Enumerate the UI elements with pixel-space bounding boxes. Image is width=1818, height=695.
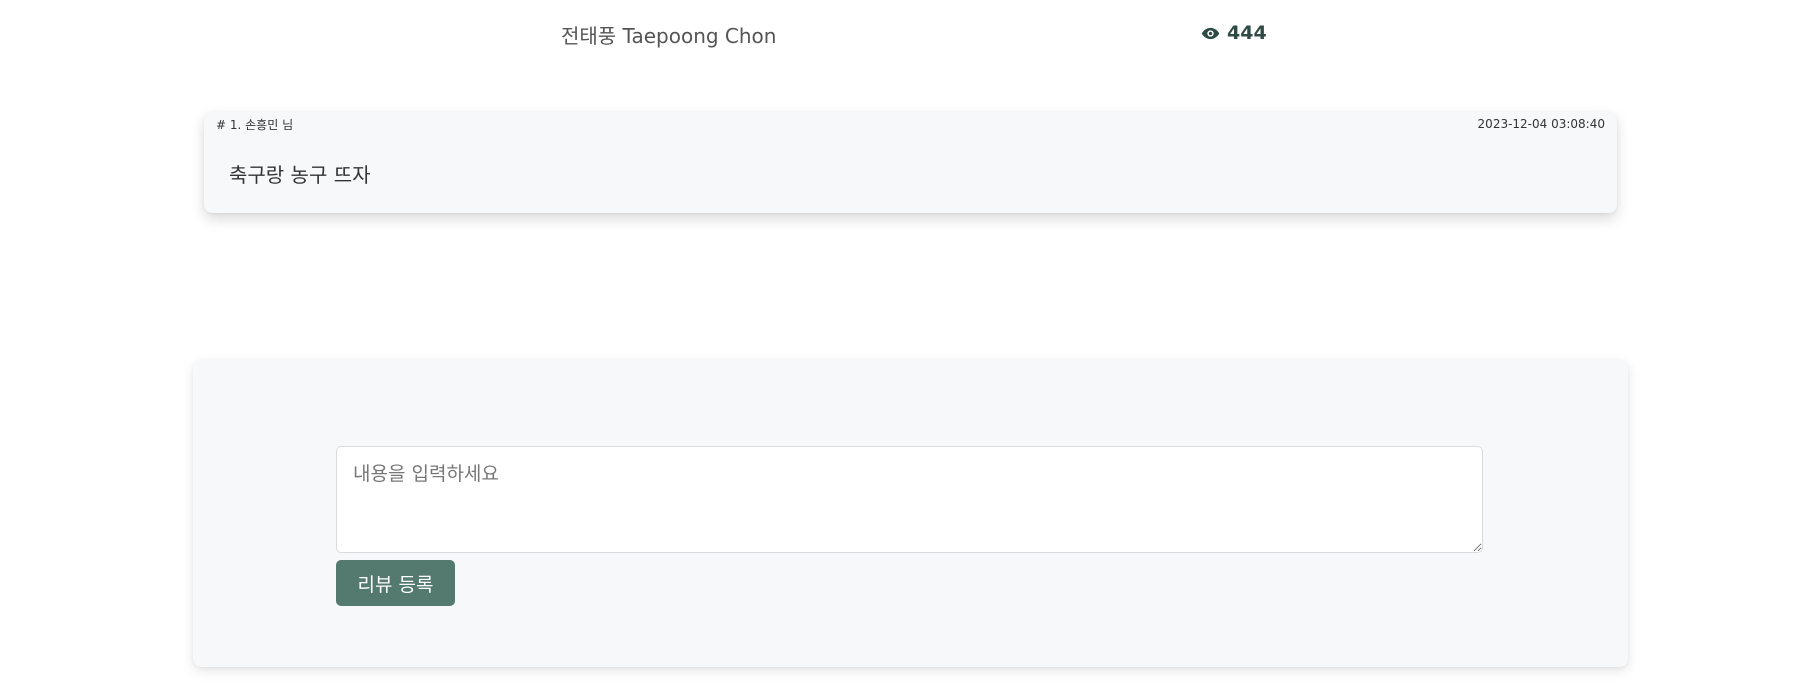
review-form: 리뷰 등록 [193,360,1628,667]
eye-icon [1201,27,1220,40]
comment-card: # 1. 손흥민 님 2023-12-04 03:08:40 축구랑 농구 뜨자 [204,112,1617,213]
submit-review-button[interactable]: 리뷰 등록 [336,560,455,606]
comment-text: 축구랑 농구 뜨자 [229,163,371,187]
view-counter: 444 [1201,22,1267,44]
comment-author: # 1. 손흥민 님 [216,118,294,132]
author-name: 전태풍 Taepoong Chon [561,24,777,48]
review-textarea[interactable] [336,446,1483,553]
comment-timestamp: 2023-12-04 03:08:40 [1477,117,1605,131]
view-count: 444 [1227,22,1267,44]
